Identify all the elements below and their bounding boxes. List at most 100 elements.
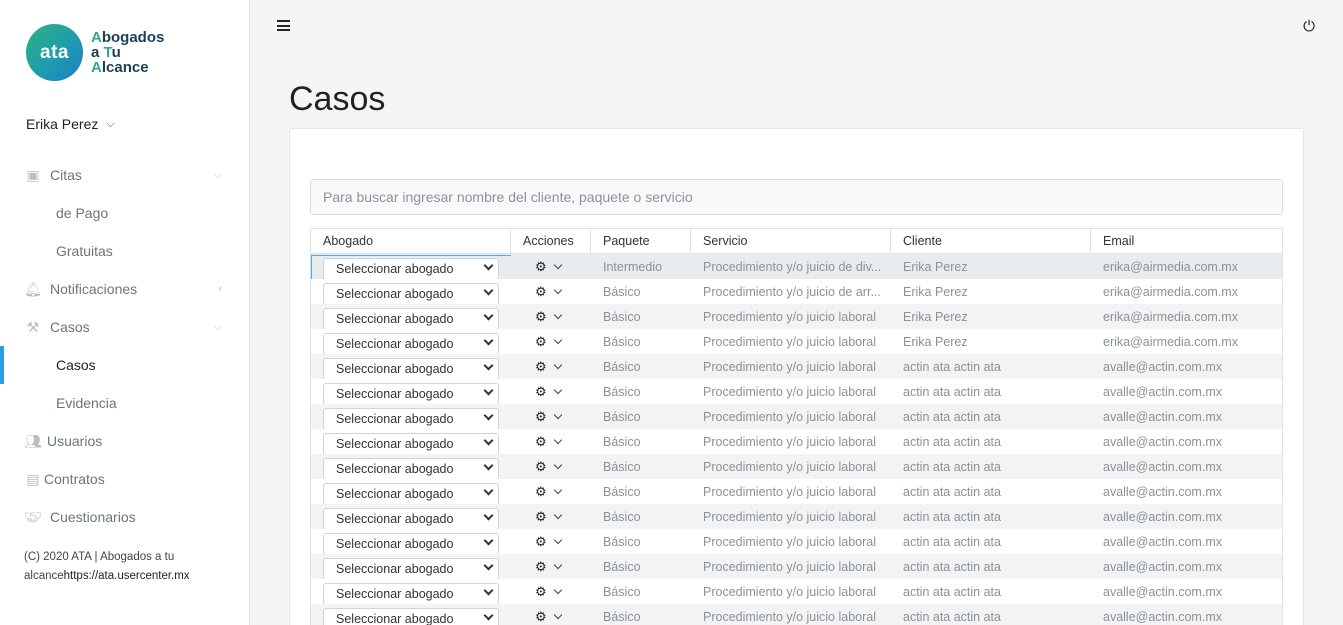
chevron-down-icon[interactable] <box>553 435 562 444</box>
paquete-cell: Básico <box>603 434 641 449</box>
email-cell: avalle@actin.com.mx <box>1103 484 1222 499</box>
table-row[interactable]: Seleccionar abogado ⚙ Básico Procedimiento … <box>311 454 1282 479</box>
cases-table: Abogado Acciones Paquete Servicio Client… <box>310 228 1283 625</box>
column-header-servicio[interactable]: Servicio <box>691 229 891 253</box>
sidebar-item-usuarios[interactable]: 👥︎ Usuarios <box>0 422 250 460</box>
email-cell: avalle@actin.com.mx <box>1103 409 1222 424</box>
abogado-cell: Seleccionar abogado <box>311 279 511 304</box>
chevron-down-icon[interactable] <box>553 585 562 594</box>
paquete-cell: Básico <box>603 384 641 399</box>
chevron-down-icon[interactable] <box>553 360 562 369</box>
sidebar-item-contratos[interactable]: ▤ Contratos <box>0 460 250 498</box>
abogado-select[interactable]: Seleccionar abogado <box>323 557 499 579</box>
column-header-email[interactable]: Email <box>1091 229 1282 253</box>
abogado-select[interactable]: Seleccionar abogado <box>323 532 499 554</box>
cliente-cell: actin ata actin ata <box>903 559 1001 574</box>
gear-icon[interactable]: ⚙ <box>535 334 547 350</box>
abogado-select[interactable]: Seleccionar abogado <box>323 507 499 529</box>
abogado-select[interactable]: Seleccionar abogado <box>323 457 499 479</box>
sidebar-item-casos-group[interactable]: ⚒ Casos ⌵ <box>0 308 250 346</box>
table-row[interactable]: Seleccionar abogado ⚙ Básico Procedimiento … <box>311 304 1282 329</box>
chevron-down-icon <box>483 535 494 545</box>
gear-icon[interactable]: ⚙ <box>535 609 547 625</box>
gear-icon[interactable]: ⚙ <box>535 509 547 525</box>
chevron-down-icon[interactable] <box>553 610 562 619</box>
gear-icon[interactable]: ⚙ <box>535 459 547 475</box>
abogado-select[interactable]: Seleccionar abogado <box>323 482 499 504</box>
sidebar-item-citas[interactable]: ▣ Citas ⌵ <box>0 156 250 194</box>
column-header-acciones[interactable]: Acciones <box>511 229 591 253</box>
gear-icon[interactable]: ⚙ <box>535 409 547 425</box>
abogado-select[interactable]: Seleccionar abogado <box>323 432 499 454</box>
abogado-select[interactable]: Seleccionar abogado <box>323 607 499 625</box>
table-row[interactable]: Seleccionar abogado ⚙ Básico Procedimiento … <box>311 329 1282 354</box>
abogado-select[interactable]: Seleccionar abogado <box>323 332 499 354</box>
gear-icon[interactable]: ⚙ <box>535 534 547 550</box>
table-row[interactable]: Seleccionar abogado ⚙ Básico Procedimiento … <box>311 279 1282 304</box>
select-value: Seleccionar abogado <box>336 461 454 476</box>
column-header-abogado[interactable]: Abogado <box>311 229 511 253</box>
gear-icon[interactable]: ⚙ <box>535 434 547 450</box>
chevron-down-icon[interactable] <box>553 260 562 269</box>
chevron-down-icon <box>483 385 494 395</box>
search-input[interactable] <box>310 179 1283 215</box>
chevron-down-icon[interactable] <box>553 560 562 569</box>
sidebar-item-casos[interactable]: Casos <box>0 346 250 384</box>
paquete-cell: Básico <box>603 284 641 299</box>
abogado-select[interactable]: Seleccionar abogado <box>323 382 499 404</box>
gear-icon[interactable]: ⚙ <box>535 309 547 325</box>
table-row[interactable]: Seleccionar abogado ⚙ Intermedio Procedimie… <box>311 254 1282 279</box>
gear-icon[interactable]: ⚙ <box>535 284 547 300</box>
table-row[interactable]: Seleccionar abogado ⚙ Básico Procedimiento … <box>311 604 1282 625</box>
chevron-down-icon <box>483 310 494 320</box>
sidebar-item-notificaciones[interactable]: 🔔︎ Notificaciones ‹ <box>0 270 250 308</box>
table-row[interactable]: Seleccionar abogado ⚙ Básico Procedimiento … <box>311 479 1282 504</box>
table-row[interactable]: Seleccionar abogado ⚙ Básico Procedimiento … <box>311 429 1282 454</box>
gear-icon[interactable]: ⚙ <box>535 384 547 400</box>
abogado-select[interactable]: Seleccionar abogado <box>323 307 499 329</box>
table-row[interactable]: Seleccionar abogado ⚙ Básico Procedimiento … <box>311 404 1282 429</box>
table-row[interactable]: Seleccionar abogado ⚙ Básico Procedimiento … <box>311 354 1282 379</box>
chevron-down-icon[interactable] <box>553 485 562 494</box>
abogado-select[interactable]: Seleccionar abogado <box>323 357 499 379</box>
brand-logo[interactable]: ata Abogados a Tu Alcance <box>26 24 164 81</box>
cliente-cell: actin ata actin ata <box>903 509 1001 524</box>
servicio-cell: Procedimiento y/o juicio laboral <box>703 584 877 599</box>
abogado-select[interactable]: Seleccionar abogado <box>323 282 499 304</box>
chevron-down-icon[interactable] <box>553 285 562 294</box>
chevron-down-icon[interactable] <box>553 310 562 319</box>
gear-icon[interactable]: ⚙ <box>535 484 547 500</box>
sidebar-item-de-pago[interactable]: de Pago <box>0 194 250 232</box>
paquete-cell: Básico <box>603 359 641 374</box>
sidebar-item-label: Evidencia <box>56 395 117 411</box>
abogado-select[interactable]: Seleccionar abogado <box>323 407 499 429</box>
acciones-cell: ⚙ <box>511 279 591 304</box>
chevron-down-icon[interactable] <box>553 460 562 469</box>
column-header-paquete[interactable]: Paquete <box>591 229 691 253</box>
sidebar-item-cuestionarios[interactable]: 🤝︎ Cuestionarios <box>0 498 250 536</box>
sidebar-item-evidencia[interactable]: Evidencia <box>0 384 250 422</box>
table-row[interactable]: Seleccionar abogado ⚙ Básico Procedimiento … <box>311 529 1282 554</box>
gear-icon[interactable]: ⚙ <box>535 359 547 375</box>
hamburger-menu-icon[interactable] <box>277 20 290 31</box>
abogado-select[interactable]: Seleccionar abogado <box>323 257 499 279</box>
sidebar-item-gratuitas[interactable]: Gratuitas <box>0 232 250 270</box>
table-row[interactable]: Seleccionar abogado ⚙ Básico Procedimiento … <box>311 504 1282 529</box>
footer-link[interactable]: https://ata.usercenter.mx <box>64 570 190 582</box>
chevron-down-icon[interactable] <box>553 335 562 344</box>
table-row[interactable]: Seleccionar abogado ⚙ Básico Procedimiento … <box>311 554 1282 579</box>
chevron-down-icon[interactable] <box>553 410 562 419</box>
select-value: Seleccionar abogado <box>336 336 454 351</box>
table-row[interactable]: Seleccionar abogado ⚙ Básico Procedimiento … <box>311 579 1282 604</box>
table-row[interactable]: Seleccionar abogado ⚙ Básico Procedimiento … <box>311 379 1282 404</box>
gear-icon[interactable]: ⚙ <box>535 259 547 275</box>
user-menu[interactable]: Erika Perez ⌵ <box>26 116 115 132</box>
abogado-select[interactable]: Seleccionar abogado <box>323 582 499 604</box>
gear-icon[interactable]: ⚙ <box>535 584 547 600</box>
column-header-cliente[interactable]: Cliente <box>891 229 1091 253</box>
chevron-down-icon[interactable] <box>553 535 562 544</box>
power-icon[interactable]: ⏻ <box>1303 18 1315 35</box>
gear-icon[interactable]: ⚙ <box>535 559 547 575</box>
chevron-down-icon[interactable] <box>553 510 562 519</box>
chevron-down-icon[interactable] <box>553 385 562 394</box>
